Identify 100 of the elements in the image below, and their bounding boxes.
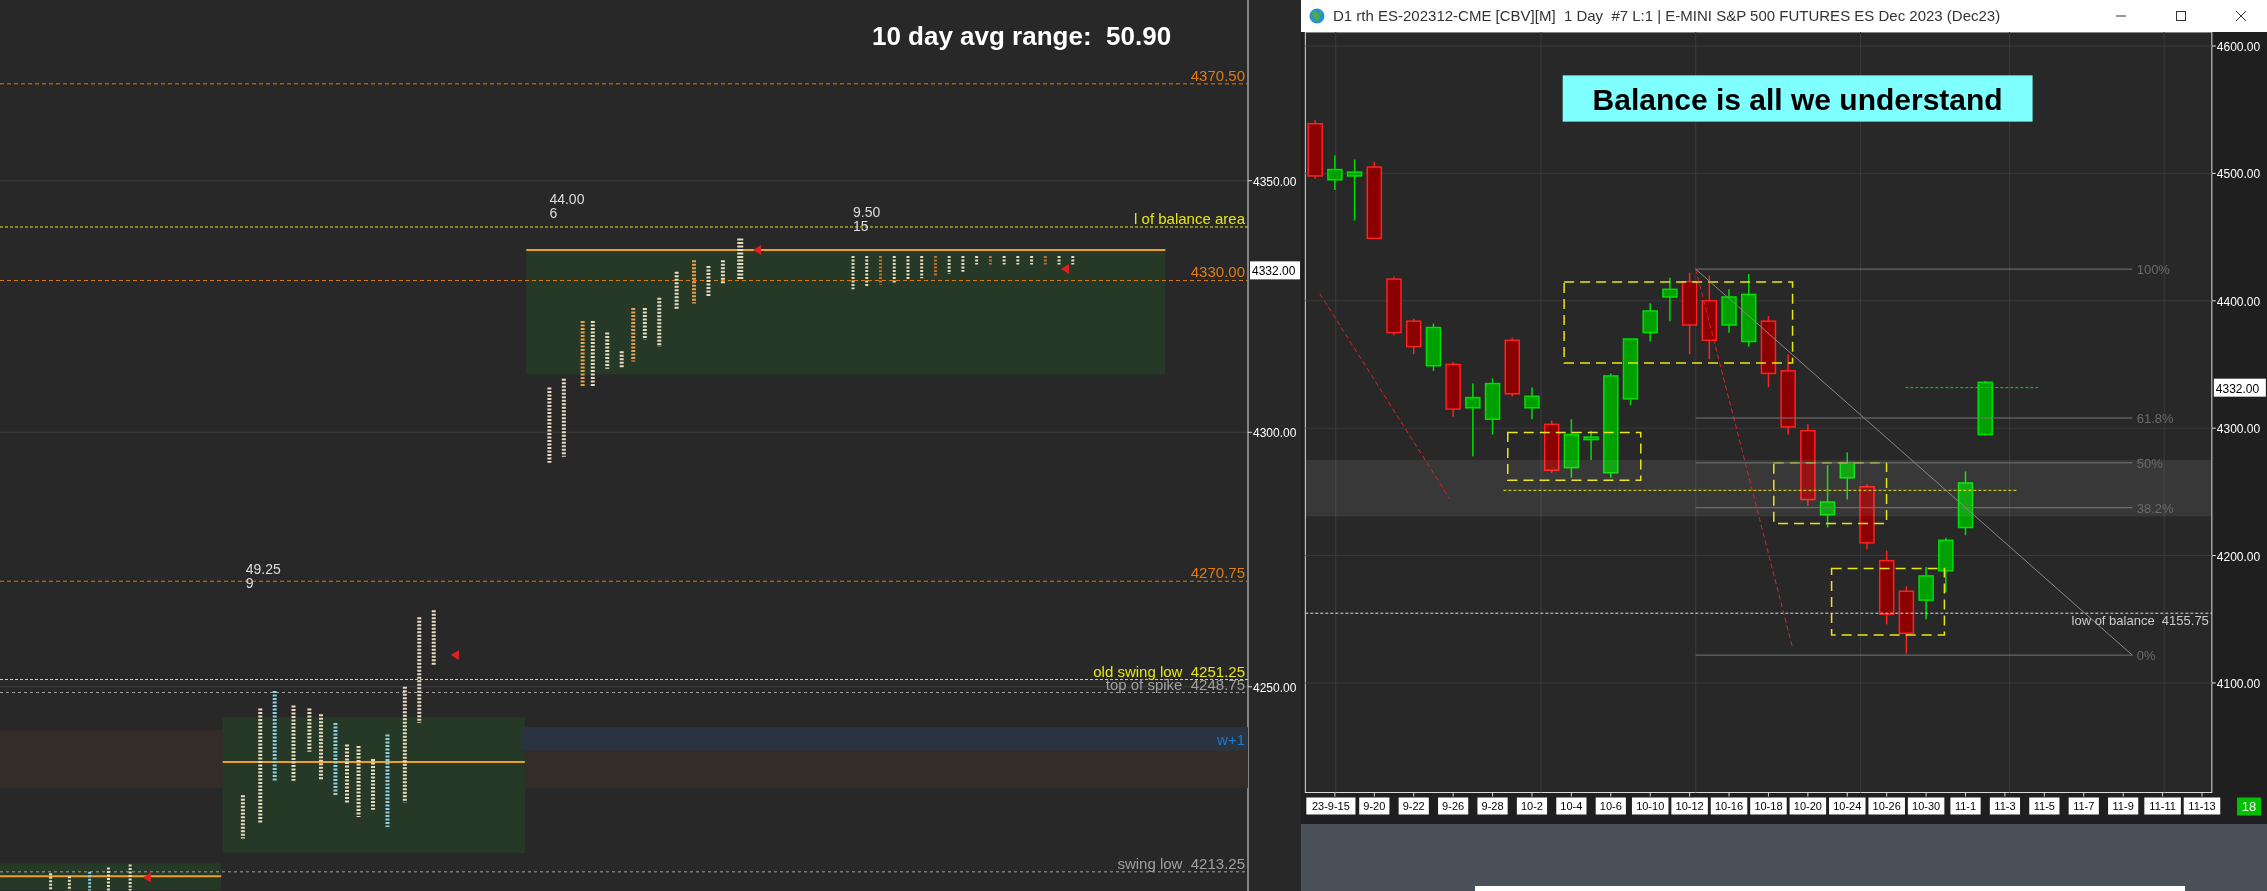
triangle-marker-icon: [450, 649, 459, 660]
period-count: 9: [245, 575, 254, 592]
x-tick-label: 10-16: [1714, 800, 1744, 813]
x-axis-label: 9-28: [1477, 797, 1508, 815]
fib-label: 61.8%: [2136, 411, 2174, 427]
x-tick-label: 11-5: [2033, 800, 2055, 813]
candle: [1406, 317, 1422, 356]
candle: [1721, 288, 1737, 334]
x-tick-label: 10-4: [1560, 800, 1583, 813]
x-axis-label: 9-26: [1438, 797, 1469, 815]
x-axis-label: 10-16: [1710, 797, 1748, 815]
x-axis-label: 10-4: [1556, 797, 1587, 815]
maximize-icon: [2175, 10, 2187, 22]
fib-label: 0%: [2136, 648, 2156, 664]
globe-icon: [1309, 8, 1325, 24]
x-tick-label: 10-2: [1520, 800, 1543, 813]
fib-label: 50%: [2136, 455, 2163, 471]
x-tick-label: 11-1: [1954, 800, 1977, 813]
window-title: D1 rth ES-202312-CME [CBV][M] 1 Day #7 L:1 | E-MINI S&P 500 FUTURES ES Dec 2023 (Dec23): [1333, 5, 2002, 26]
y-axis-label: 4400.00: [2216, 294, 2261, 309]
x-tick-label: 11-7: [2073, 800, 2095, 813]
y-axis-label: 4300.00: [2216, 422, 2261, 437]
x-tick-label: 9-28: [1481, 800, 1504, 813]
candle: [1859, 483, 1875, 550]
x-tick-label: 10-20: [1793, 800, 1822, 813]
triangle-marker-icon: [753, 245, 762, 256]
candle: [1977, 380, 1993, 437]
x-tick-label: 23-9-15: [1311, 800, 1350, 813]
range-value: 44.00: [549, 190, 585, 207]
level-label: w+1: [1217, 731, 1245, 749]
candle: [1622, 338, 1639, 406]
axis-label: 4250.00: [1253, 680, 1297, 695]
x-axis-label: 10-20: [1789, 797, 1827, 815]
level-label: 4270.75: [1190, 564, 1245, 582]
x-axis-label: 10-26: [1868, 797, 1905, 815]
x-axis-label: 11-1: [1950, 797, 1981, 815]
triangle-marker-icon: [1061, 263, 1069, 274]
x-axis-label: 11-11: [2144, 797, 2181, 815]
x-axis-label: 11-7: [2068, 797, 2099, 815]
x-tick-label: 9-26: [1442, 800, 1465, 813]
x-axis-label: 11-5: [2029, 797, 2060, 815]
candle: [1898, 585, 1915, 655]
range-value: 9.50: [853, 203, 881, 220]
y-axis-label: 4600.00: [2216, 40, 2261, 54]
candle: [1504, 336, 1520, 398]
axis-label: 4350.00: [1253, 174, 1297, 189]
x-axis-label: 11-9: [2108, 797, 2139, 815]
candle: [1583, 429, 1599, 461]
candle: [1642, 302, 1658, 343]
x-axis-label: 9-22: [1398, 797, 1429, 815]
candle: [1563, 418, 1580, 479]
candle: [1346, 158, 1363, 222]
y-axis-label: 4500.00: [2216, 167, 2261, 182]
y-axis-label: 4100.00: [2216, 676, 2261, 691]
fib-label: 100%: [2136, 262, 2170, 278]
x-tick-label: 10-18: [1754, 800, 1783, 813]
candle: [1386, 275, 1402, 336]
x-axis-label: 10-2: [1516, 797, 1548, 815]
close-icon: [2235, 10, 2247, 22]
x-axis-label: 9-20: [1359, 797, 1390, 815]
x-axis-label: 11-3: [1989, 797, 2021, 815]
x-axis-label: 10-18: [1750, 797, 1787, 815]
candle: [1327, 154, 1343, 191]
x-axis-label: 10-6: [1595, 797, 1626, 815]
range-value: 49.25: [245, 560, 281, 577]
x-tick-label: 9-22: [1402, 800, 1425, 813]
x-tick-label: 11-11: [2149, 800, 2176, 813]
x-tick-label: 10-30: [1912, 800, 1941, 813]
x-axis-label: 10-10: [1631, 797, 1669, 815]
candle: [1938, 536, 1954, 594]
x-tick-label: 11-13: [2188, 800, 2216, 813]
candle: [1662, 277, 1678, 322]
x-axis-label: 10-12: [1671, 797, 1708, 815]
bar-count-badge: 18: [2237, 797, 2261, 816]
annotation-label: Balance is all we understand: [1562, 75, 2033, 122]
candle: [1957, 470, 1974, 536]
x-tick-label: 10-12: [1675, 800, 1704, 813]
level-label: l of balance area: [1134, 210, 1245, 227]
level-label: low of balance 4155.75: [2071, 613, 2209, 628]
x-tick-label: 11-9: [2112, 800, 2134, 813]
x-axis-label: 23-9-15: [1306, 797, 1356, 815]
level-label: swing low 4213.25: [1117, 854, 1245, 872]
axis-label: 4300.00: [1253, 426, 1297, 441]
x-tick-label: 10-6: [1599, 800, 1622, 813]
current-price-label: 4332.00: [1250, 261, 1300, 280]
candle: [1445, 361, 1461, 418]
period-count: 6: [549, 205, 558, 221]
candle: [1484, 377, 1501, 436]
candle: [1524, 386, 1540, 420]
y-axis-label: 4200.00: [2216, 549, 2261, 564]
x-tick-label: 9-20: [1363, 800, 1386, 813]
candle: [1307, 119, 1323, 180]
x-tick-label: 10-10: [1636, 800, 1665, 813]
x-axis-label: 11-13: [2183, 797, 2221, 815]
triangle-marker-icon: [142, 872, 151, 883]
x-tick-label: 11-3: [1994, 800, 2016, 813]
candle: [1819, 464, 1836, 529]
level-label: 4370.50: [1190, 66, 1245, 84]
candle: [1839, 451, 1856, 501]
candle: [1918, 566, 1934, 620]
